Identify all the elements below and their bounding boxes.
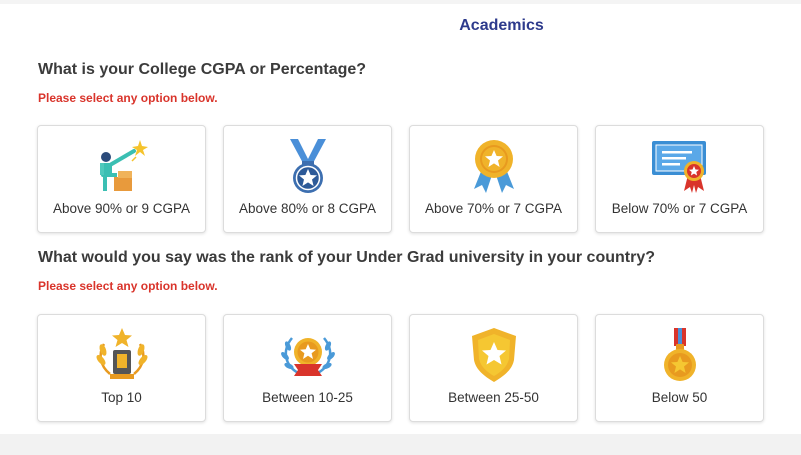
cgpa-options: Above 90% or 9 CGPA Above 80% or 8 CGPA … — [37, 125, 764, 233]
page-title: Academics — [459, 17, 544, 34]
option-label: Above 80% or 8 CGPA — [238, 201, 377, 216]
cgpa-option-above-90[interactable]: Above 90% or 9 CGPA — [37, 125, 206, 233]
footer-band — [0, 434, 801, 455]
rank-option-top-10[interactable]: Top 10 — [37, 314, 206, 422]
rank-option-between-25-50[interactable]: Between 25-50 — [409, 314, 578, 422]
medal-star-icon — [289, 139, 326, 193]
cgpa-hint: Please select any option below. — [38, 91, 218, 105]
cgpa-option-below-70[interactable]: Below 70% or 7 CGPA — [595, 125, 764, 233]
gold-medal-icon — [663, 328, 696, 381]
rank-options: Top 10 Between 10-25 Between 25-50 Below… — [37, 314, 764, 422]
person-podium-star-icon — [99, 140, 148, 191]
option-label: Above 90% or 9 CGPA — [52, 201, 191, 216]
certificate-icon — [651, 141, 706, 193]
rank-option-between-10-25[interactable]: Between 10-25 — [223, 314, 392, 422]
shield-star-icon — [471, 328, 516, 382]
option-label: Below 70% or 7 CGPA — [611, 201, 748, 216]
award-rosette-icon — [473, 140, 514, 193]
top-strip — [0, 0, 801, 4]
trophy-laurel-icon — [96, 328, 147, 379]
cgpa-question: What is your College CGPA or Percentage? — [38, 61, 367, 78]
option-label: Above 70% or 7 CGPA — [424, 201, 563, 216]
rank-hint: Please select any option below. — [38, 279, 218, 293]
option-label: Between 25-50 — [448, 390, 539, 405]
cgpa-option-above-70[interactable]: Above 70% or 7 CGPA — [409, 125, 578, 233]
option-label: Below 50 — [651, 390, 708, 405]
laurel-wreath-star-icon — [280, 337, 335, 376]
option-label: Between 10-25 — [262, 390, 353, 405]
option-label: Top 10 — [101, 390, 142, 405]
cgpa-option-above-80[interactable]: Above 80% or 8 CGPA — [223, 125, 392, 233]
rank-question: What would you say was the rank of your … — [38, 249, 655, 266]
rank-option-below-50[interactable]: Below 50 — [595, 314, 764, 422]
